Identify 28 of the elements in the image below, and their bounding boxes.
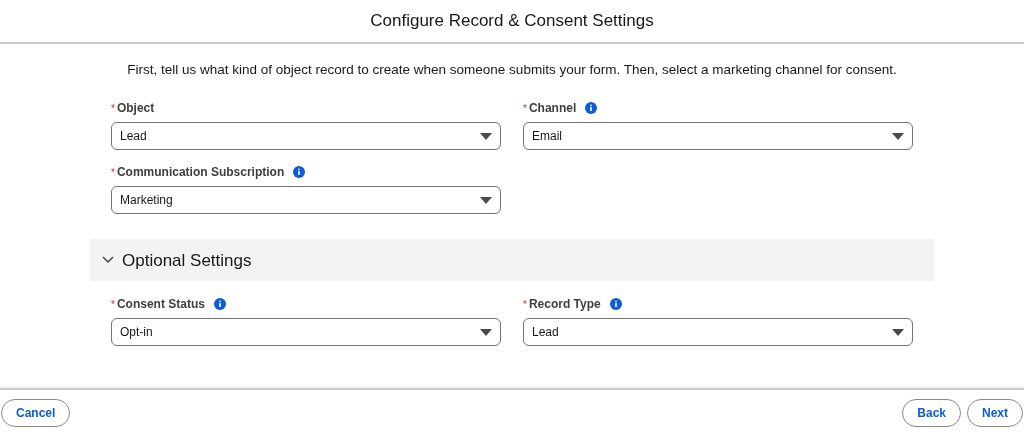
field-label: Channel [528,100,577,118]
section-header[interactable]: Optional Settings [90,239,934,282]
field-label: Record Type [528,296,601,314]
required-mark: * [111,297,115,312]
required-mark: * [111,101,115,116]
select-field[interactable]: Lead [523,318,913,347]
select-field[interactable]: Opt-in [111,318,501,347]
caret-icon [892,132,904,140]
info-icon[interactable] [609,298,622,311]
info-icon[interactable] [213,298,226,311]
required-mark: * [523,297,527,312]
section-title: Optional Settings [122,249,252,272]
caret-icon [480,328,492,336]
caret-icon [480,196,492,204]
info-icon[interactable] [585,102,598,115]
field-label: Object [116,100,155,118]
info-icon[interactable] [293,166,306,179]
select-field[interactable]: Lead [111,122,501,151]
dialog-title: Configure Record & Consent Settings [370,10,654,33]
intro-text: First, tell us what kind of object record to create when someone submits your form. Then, select a marketing channel for consent. [127,61,897,79]
field-label: Consent Status [116,296,205,314]
select-field[interactable]: Marketing [111,186,501,215]
required-mark: * [523,101,527,116]
select-field[interactable]: Email [523,122,913,151]
caret-icon [480,132,492,140]
field-label: Communication Subscription [116,164,285,182]
caret-icon [892,328,904,336]
required-mark: * [111,165,115,180]
